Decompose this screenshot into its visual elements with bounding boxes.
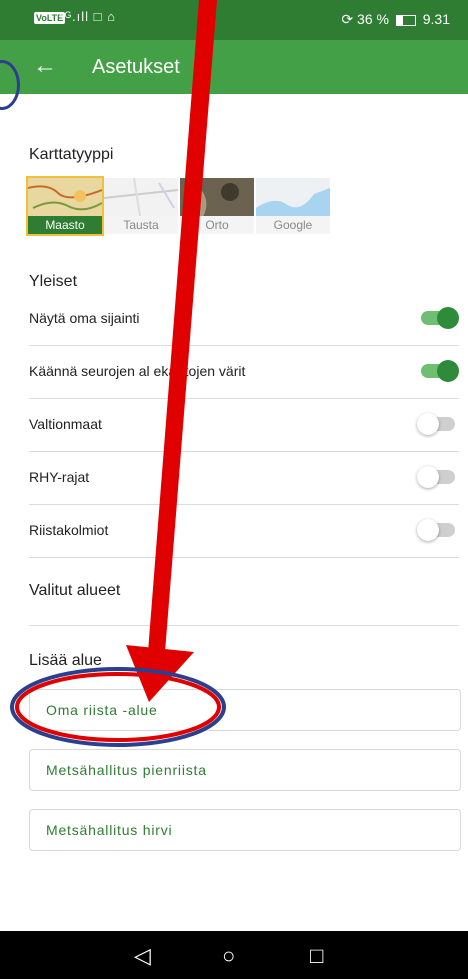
selected-areas-heading: Valitut alueet (29, 582, 121, 599)
clock: 9.31 (422, 11, 450, 27)
add-area-metsahallitus-small-game-button[interactable]: Metsähallitus pienriista (29, 749, 461, 791)
toggle-row-state-lands[interactable]: Valtionmaat (29, 399, 459, 452)
signal-icons: ⁴ᴳ.ıll □ ⌂ (58, 9, 116, 24)
toggle-label: Käännä seurojen al ekarttojen värit (29, 363, 246, 379)
recents-square-icon[interactable]: □ (310, 943, 323, 969)
maptype-maasto[interactable]: Maasto (26, 176, 104, 236)
back-triangle-icon[interactable]: ◁ (134, 943, 151, 969)
map-type-heading: Karttatyyppi (29, 146, 114, 163)
toggle-switch[interactable] (417, 413, 455, 435)
status-bar: VoLTE ⁴ᴳ.ıll □ ⌂ ⟳ 36 % 9.31 (0, 0, 468, 40)
data-saver-icon: ⟳ (341, 11, 354, 27)
add-area-metsahallitus-moose-button[interactable]: Metsähallitus hirvi (29, 809, 461, 851)
add-area-heading: Lisää alue (29, 652, 102, 669)
toggle-label: Näytä oma sijainti (29, 310, 140, 326)
google-map-thumbnail (256, 178, 330, 216)
toggle-row-show-location[interactable]: Näytä oma sijainti (29, 293, 459, 346)
button-label: Metsähallitus hirvi (46, 822, 173, 838)
button-label: Oma riista -alue (46, 702, 158, 718)
map-type-selector: Maasto Tausta Orto Google (26, 176, 330, 236)
back-arrow-icon[interactable]: ← (33, 52, 57, 80)
terrain-map-thumbnail (28, 178, 102, 216)
maptype-label: Maasto (28, 216, 102, 234)
toggle-row-game-triangles[interactable]: Riistakolmiot (29, 505, 459, 558)
add-area-own-area-button[interactable]: Oma riista -alue (29, 689, 461, 731)
home-circle-icon[interactable]: ○ (222, 943, 235, 969)
maptype-orto[interactable]: Orto (180, 178, 254, 234)
maptype-label: Orto (180, 216, 254, 234)
divider (29, 625, 459, 626)
maptype-google[interactable]: Google (256, 178, 330, 234)
toggle-switch[interactable] (417, 519, 455, 541)
toggle-switch[interactable] (421, 360, 459, 382)
general-heading: Yleiset (29, 273, 78, 290)
battery-percent: 36 % (357, 11, 389, 27)
app-bar: ← Asetukset (0, 40, 468, 94)
toggle-row-invert-colors[interactable]: Käännä seurojen al ekarttojen värit (29, 346, 459, 399)
aerial-map-thumbnail (180, 178, 254, 216)
page-title: Asetukset (92, 56, 180, 78)
toggle-label: RHY-rajat (29, 469, 90, 485)
toggle-switch[interactable] (417, 466, 455, 488)
maptype-tausta[interactable]: Tausta (104, 178, 178, 234)
toggle-switch[interactable] (421, 307, 459, 329)
maptype-label: Tausta (104, 216, 178, 234)
background-map-thumbnail (104, 178, 178, 216)
button-label: Metsähallitus pienriista (46, 762, 207, 778)
maptype-label: Google (256, 216, 330, 234)
toggle-label: Riistakolmiot (29, 522, 109, 538)
toggle-row-rhy-borders[interactable]: RHY-rajat (29, 452, 459, 505)
toggle-label: Valtionmaat (29, 416, 102, 432)
status-right: ⟳ 36 % 9.31 (341, 11, 450, 28)
navigation-bar: ◁ ○ □ (0, 931, 468, 979)
battery-icon (395, 14, 416, 26)
